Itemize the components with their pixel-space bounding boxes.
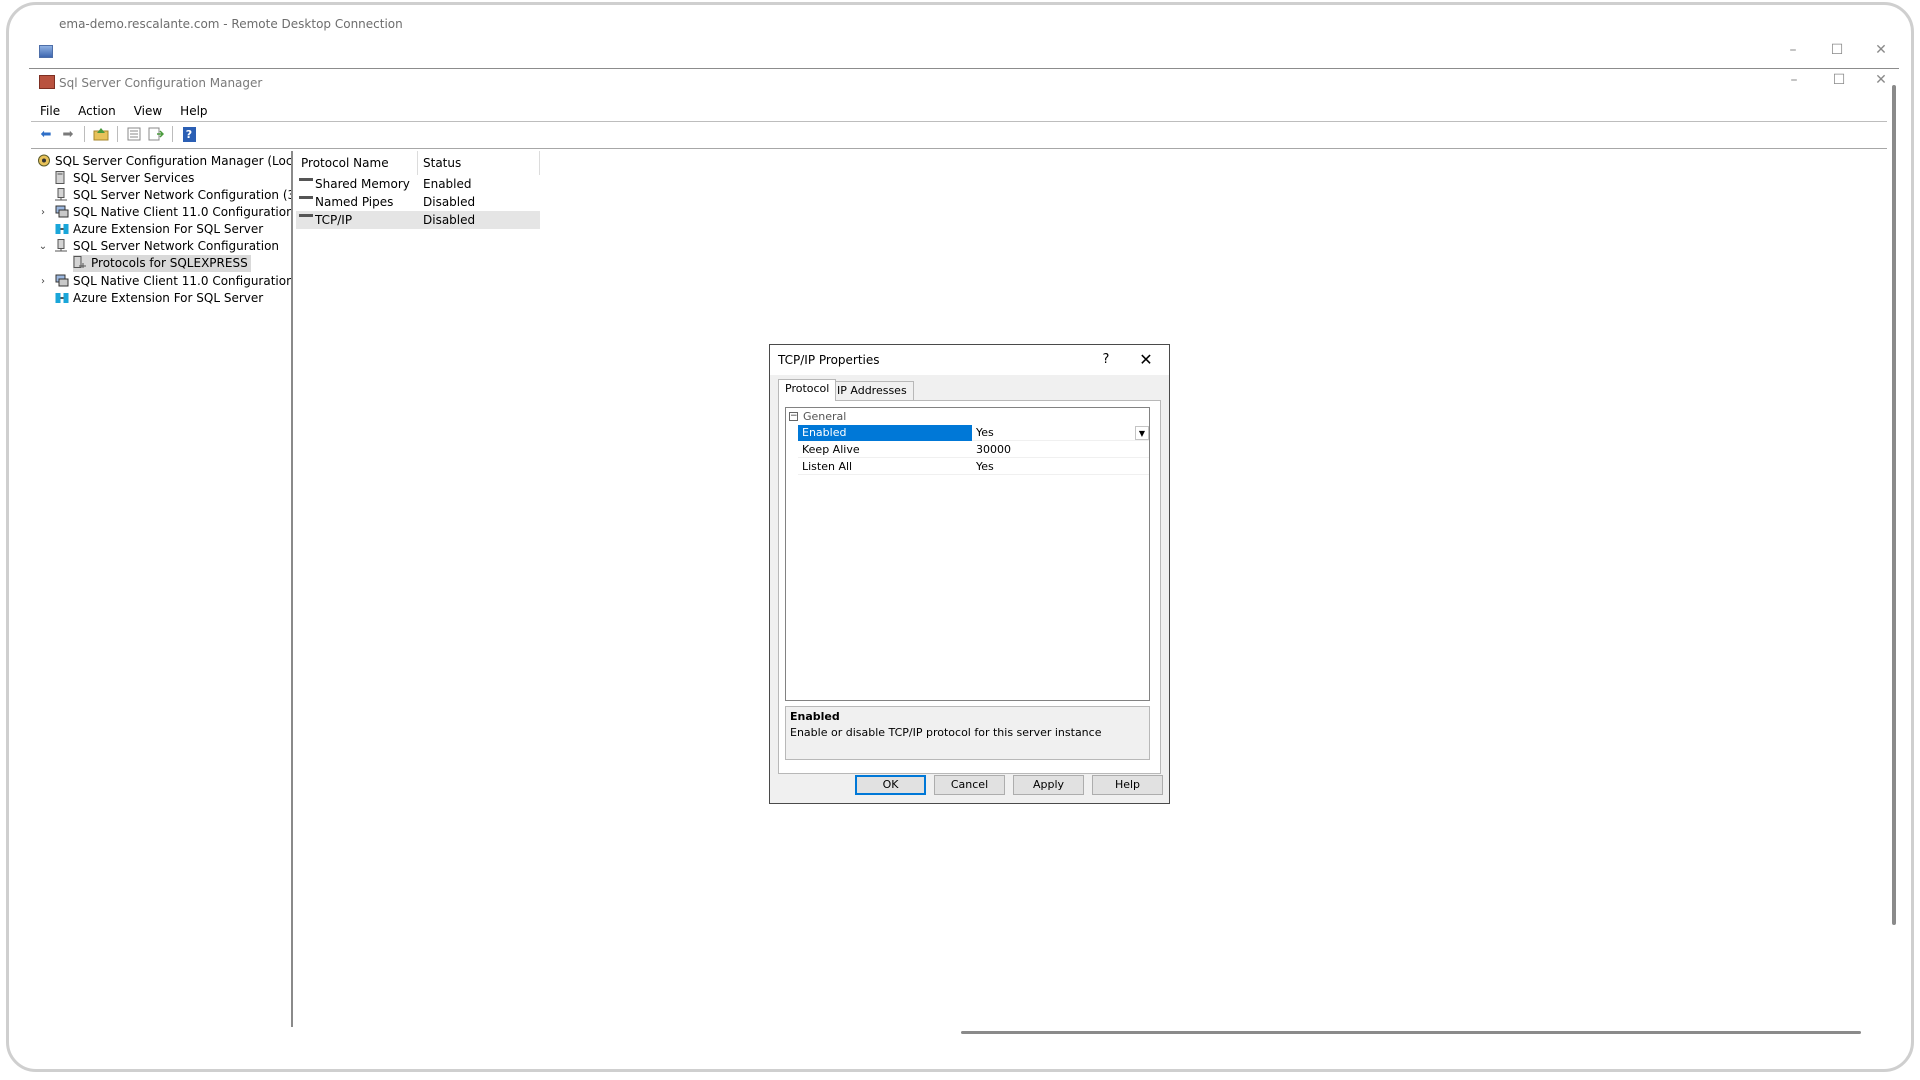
property-row-listen-all[interactable]: Listen All Yes [798, 459, 1149, 475]
description-title: Enabled [790, 710, 840, 723]
protocol-icon [299, 214, 313, 224]
dialog-help-button[interactable]: ? [1096, 350, 1116, 370]
app-minimize-button[interactable]: – [1774, 69, 1814, 91]
toolbar-divider [31, 148, 1887, 149]
help-button[interactable]: Help [1092, 775, 1163, 795]
protocol-status: Disabled [423, 213, 476, 227]
tab-ip-addresses[interactable]: IP Addresses [830, 381, 914, 401]
app-window-title: Sql Server Configuration Manager [59, 76, 263, 90]
property-row-keep-alive[interactable]: Keep Alive 30000 [798, 442, 1149, 458]
tree-item-protocols-sqlexpress[interactable]: Protocols for SQLEXPRESS [73, 255, 251, 272]
category-general[interactable]: − General [786, 410, 1149, 424]
property-value[interactable]: 30000 [974, 442, 1149, 458]
column-header-protocol-name[interactable]: Protocol Name [296, 151, 418, 175]
menu-action[interactable]: Action [69, 101, 125, 121]
forward-arrow-icon[interactable]: ➡ [59, 125, 77, 143]
export-list-icon[interactable] [147, 125, 165, 143]
tree-item-azure-extension[interactable]: Azure Extension For SQL Server [55, 290, 263, 307]
table-row[interactable]: Named Pipes Disabled [296, 193, 540, 211]
menu-view[interactable]: View [125, 101, 171, 121]
property-grid: − General Enabled Yes ▼ Keep Alive 30000… [785, 407, 1150, 701]
azure-extension-icon [55, 292, 69, 305]
toolbar-separator [172, 126, 173, 142]
horizontal-scroll-thumb[interactable] [961, 1031, 1861, 1034]
tree-root[interactable]: SQL Server Configuration Manager (Local) [37, 153, 291, 170]
tree-item-network-config-32bit[interactable]: SQL Server Network Configuration (32bit [55, 187, 291, 204]
server-icon [55, 171, 69, 184]
protocol-icon [299, 196, 313, 206]
rdp-minimize-button[interactable]: – [1773, 39, 1813, 61]
rdp-maximize-button[interactable]: ☐ [1817, 39, 1857, 61]
property-name: Enabled [798, 425, 972, 441]
protocol-status: Enabled [423, 177, 472, 191]
property-description: Enabled Enable or disable TCP/IP protoco… [785, 706, 1150, 760]
ok-button[interactable]: OK [855, 775, 926, 795]
console-tree: SQL Server Configuration Manager (Local)… [31, 151, 293, 1027]
sql-config-manager-icon [39, 75, 55, 89]
table-row[interactable]: Shared Memory Enabled [296, 175, 540, 193]
collapse-toggle[interactable]: ⌄ [37, 238, 49, 255]
property-value[interactable]: Yes [974, 459, 1149, 475]
expand-toggle[interactable]: › [37, 273, 49, 290]
tab-protocol[interactable]: Protocol [778, 379, 837, 401]
column-header-status[interactable]: Status [418, 151, 540, 175]
tree-item-azure-extension-32bit[interactable]: Azure Extension For SQL Server [55, 221, 263, 238]
azure-extension-icon [55, 223, 69, 236]
property-name: Keep Alive [802, 443, 860, 456]
menu-file[interactable]: File [31, 101, 69, 121]
screen-frame: ema-demo.rescalante.com - Remote Desktop… [6, 2, 1914, 1072]
tree-item-network-config[interactable]: SQL Server Network Configuration [55, 238, 279, 255]
expand-toggle[interactable]: › [37, 204, 49, 221]
collapse-category-icon[interactable]: − [789, 412, 798, 421]
apply-button[interactable]: Apply [1013, 775, 1084, 795]
network-config-icon [55, 188, 69, 201]
table-row-selected[interactable]: TCP/IP Disabled [296, 211, 540, 229]
server-config-icon [37, 154, 51, 167]
up-folder-icon[interactable] [92, 125, 110, 143]
dialog-close-button[interactable]: ✕ [1134, 349, 1158, 371]
tcpip-properties-dialog: TCP/IP Properties ? ✕ Protocol IP Addres… [769, 344, 1170, 804]
native-client-icon [55, 205, 69, 218]
toolbar-separator [117, 126, 118, 142]
rdp-close-button[interactable]: ✕ [1861, 39, 1901, 61]
dialog-title: TCP/IP Properties [778, 353, 880, 367]
back-arrow-icon[interactable]: ⬅ [37, 125, 55, 143]
protocol-icon [299, 178, 313, 188]
tree-item-native-client-32bit[interactable]: SQL Native Client 11.0 Configuration (32… [55, 204, 291, 221]
app-maximize-button[interactable]: ☐ [1819, 69, 1859, 91]
cancel-button[interactable]: Cancel [934, 775, 1005, 795]
dropdown-arrow-icon[interactable]: ▼ [1135, 426, 1149, 440]
help-icon[interactable]: ? [180, 125, 198, 143]
menu-help[interactable]: Help [171, 101, 216, 121]
native-client-icon [55, 274, 69, 287]
property-row-enabled[interactable]: Enabled Yes ▼ [798, 425, 1149, 441]
network-config-icon [55, 239, 69, 252]
menu-bar: File Action View Help [31, 101, 217, 121]
tree-item-sql-server-services[interactable]: SQL Server Services [55, 170, 194, 187]
vertical-scroll-thumb[interactable] [1892, 85, 1896, 925]
remote-desktop-icon [39, 45, 53, 58]
properties-icon[interactable] [125, 125, 143, 143]
protocols-icon [73, 256, 87, 269]
toolbar: ⬅ ➡ ? [37, 123, 198, 145]
menu-divider [31, 121, 1887, 122]
rdp-title-bar[interactable] [29, 33, 1899, 69]
toolbar-separator [84, 126, 85, 142]
property-name: Listen All [802, 460, 853, 473]
description-text: Enable or disable TCP/IP protocol for th… [790, 726, 1102, 739]
tree-item-native-client[interactable]: SQL Native Client 11.0 Configuration [55, 273, 291, 290]
protocol-status: Disabled [423, 195, 476, 209]
rdp-window-title: ema-demo.rescalante.com - Remote Desktop… [59, 17, 403, 31]
property-value-dropdown[interactable]: Yes ▼ [974, 425, 1149, 441]
